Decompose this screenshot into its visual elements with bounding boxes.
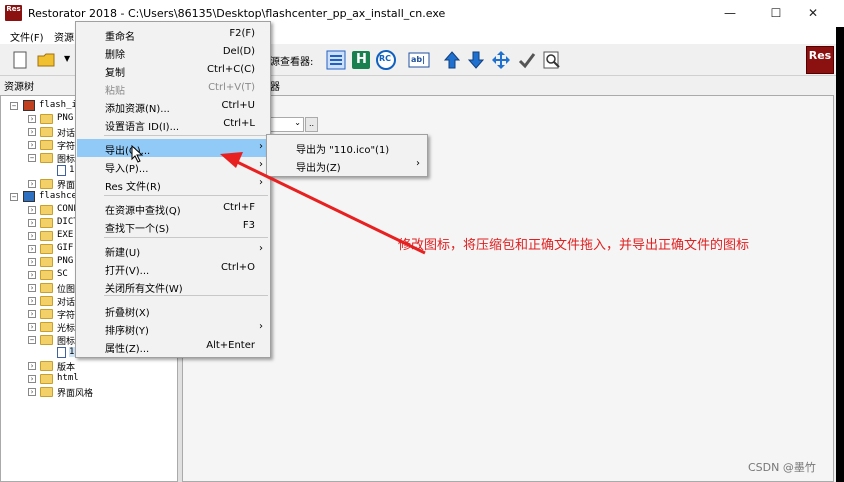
app-window: Res Restorator 2018 - C:\Users\86135\Des…	[0, 0, 844, 482]
mouse-cursor-icon	[131, 145, 144, 163]
annotation-text: 修改图标，将压缩包和正确文件拖入，并导出正确文件的图标	[398, 238, 750, 253]
watermark: CSDN @墨竹	[748, 461, 816, 474]
